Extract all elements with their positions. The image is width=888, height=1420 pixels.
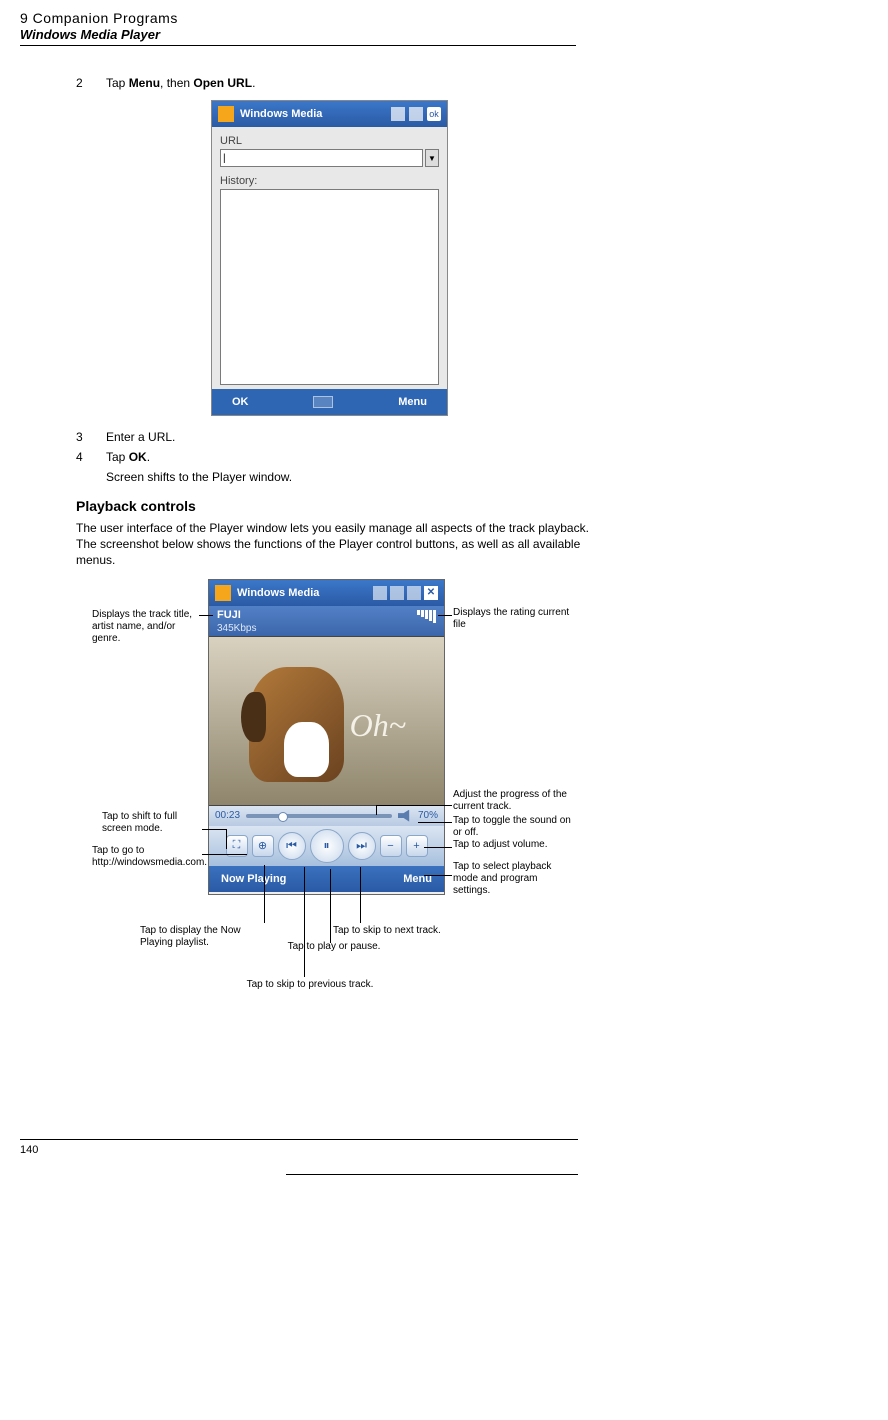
- vol-up-button[interactable]: +: [406, 835, 428, 857]
- leader-line: [226, 829, 227, 849]
- callout-www: Tap to go to http://windowsmedia.com.: [92, 845, 204, 869]
- progress-row: 00:23 70%: [209, 806, 444, 826]
- player-controls: ⛶ ⊕ ⏮ ⏸ ⏭ − +: [209, 826, 444, 866]
- step-text: Tap OK.: [106, 450, 596, 464]
- speaker-icon: [407, 586, 421, 600]
- start-flag-icon: [218, 106, 234, 122]
- oh-text-icon: Oh~: [350, 707, 406, 744]
- step-number: 3: [76, 430, 106, 444]
- playback-para: The user interface of the Player window …: [76, 520, 596, 569]
- footer-rule: [20, 1139, 578, 1140]
- leader-line: [418, 822, 452, 823]
- dog-image-icon: [249, 667, 344, 782]
- open-url-word: Open URL: [193, 76, 252, 90]
- chapter-title: 9 Companion Programs: [20, 10, 868, 26]
- leader-line: [376, 805, 377, 815]
- leader-line: [304, 867, 305, 977]
- keyboard-icon[interactable]: [313, 396, 333, 408]
- softkey-now-playing[interactable]: Now Playing: [221, 873, 286, 885]
- text: , then: [160, 76, 193, 90]
- step-4-result: Screen shifts to the Player window.: [106, 470, 596, 484]
- step-number: 4: [76, 450, 106, 464]
- leader-line: [424, 875, 452, 876]
- signal-icon: [390, 586, 404, 600]
- track-name: FUJI: [217, 609, 241, 623]
- close-icon: ✕: [424, 586, 438, 600]
- leader-line: [202, 829, 226, 830]
- playback-heading: Playback controls: [76, 498, 596, 514]
- leader-line: [264, 865, 265, 923]
- play-pause-button[interactable]: ⏸: [310, 829, 344, 863]
- rating-bars-icon: [417, 610, 436, 623]
- player-info-bar: FUJI 345Kbps: [209, 606, 444, 636]
- leader-line: [360, 867, 361, 923]
- page-number: 140: [20, 1144, 868, 1156]
- next-button[interactable]: ⏭: [348, 832, 376, 860]
- step-3: 3 Enter a URL.: [76, 430, 596, 444]
- step-number: 2: [76, 76, 106, 90]
- connectivity-icon: [373, 586, 387, 600]
- callout-fullscreen: Tap to shift to full screen mode.: [102, 811, 204, 835]
- callout-track-info: Displays the track title, artist name, a…: [92, 609, 204, 645]
- softkey-ok[interactable]: OK: [232, 396, 249, 408]
- mute-icon[interactable]: [398, 810, 412, 822]
- step-4: 4 Tap OK.: [76, 450, 596, 464]
- leader-line: [376, 805, 452, 806]
- player-diagram: Windows Media ✕ FUJI 345Kbps: [74, 579, 598, 1119]
- history-list[interactable]: [220, 189, 439, 385]
- header-rule: [20, 45, 576, 46]
- text: .: [252, 76, 255, 90]
- softkey-bar: OK Menu: [212, 389, 447, 415]
- bitrate-text: 345Kbps: [217, 623, 436, 634]
- prev-button[interactable]: ⏮: [278, 832, 306, 860]
- volume-percent: 70%: [418, 810, 438, 821]
- app-title: Windows Media: [237, 587, 319, 599]
- callout-prev: Tap to skip to previous track.: [225, 979, 395, 991]
- callout-next: Tap to skip to next track.: [333, 925, 473, 937]
- menu-word: Menu: [129, 76, 160, 90]
- video-area[interactable]: Oh~: [209, 636, 444, 806]
- callout-play: Tap to play or pause.: [274, 941, 394, 953]
- step-2: 2 Tap Menu, then Open URL.: [76, 76, 596, 90]
- start-flag-icon: [215, 585, 231, 601]
- leader-line: [199, 615, 213, 616]
- player-screenshot: Windows Media ✕ FUJI 345Kbps: [208, 579, 445, 895]
- progress-slider[interactable]: [246, 814, 392, 818]
- callout-mute: Tap to toggle the sound on or off.: [453, 815, 573, 839]
- text: Tap: [106, 450, 129, 464]
- ok-word: OK: [129, 450, 147, 464]
- url-label: URL: [220, 135, 439, 147]
- step-text: Tap Menu, then Open URL.: [106, 76, 596, 90]
- callout-now-playing: Tap to display the Now Playing playlist.: [140, 925, 272, 949]
- url-dropdown-button[interactable]: ▼: [425, 149, 439, 167]
- elapsed-time: 00:23: [215, 810, 240, 821]
- text: Tap: [106, 76, 129, 90]
- footer-rule-2: [286, 1174, 578, 1175]
- leader-line: [202, 854, 247, 855]
- ok-icon: ok: [427, 107, 441, 121]
- history-label: History:: [220, 175, 439, 187]
- leader-line: [424, 847, 452, 848]
- app-title: Windows Media: [240, 108, 322, 120]
- callout-rating: Displays the rating current file: [453, 607, 573, 631]
- wm-titlebar: Windows Media ok: [212, 101, 447, 127]
- player-titlebar: Windows Media ✕: [209, 580, 444, 606]
- open-url-screenshot: Windows Media ok URL | ▼ History: OK Men…: [211, 100, 448, 416]
- callout-volume: Tap to adjust volume.: [453, 839, 573, 851]
- player-softkey-bar: Now Playing Menu: [209, 866, 444, 892]
- callout-menu: Tap to select playback mode and program …: [453, 861, 573, 897]
- softkey-menu[interactable]: Menu: [398, 396, 427, 408]
- text: .: [147, 450, 150, 464]
- signal-icon: [391, 107, 405, 121]
- url-input[interactable]: |: [220, 149, 423, 167]
- step-text: Enter a URL.: [106, 430, 596, 444]
- leader-line: [438, 615, 452, 616]
- callout-progress: Adjust the progress of the current track…: [453, 789, 573, 813]
- speaker-icon: [409, 107, 423, 121]
- web-button[interactable]: ⊕: [252, 835, 274, 857]
- leader-line: [330, 869, 331, 943]
- vol-down-button[interactable]: −: [380, 835, 402, 857]
- section-title: Windows Media Player: [20, 27, 868, 42]
